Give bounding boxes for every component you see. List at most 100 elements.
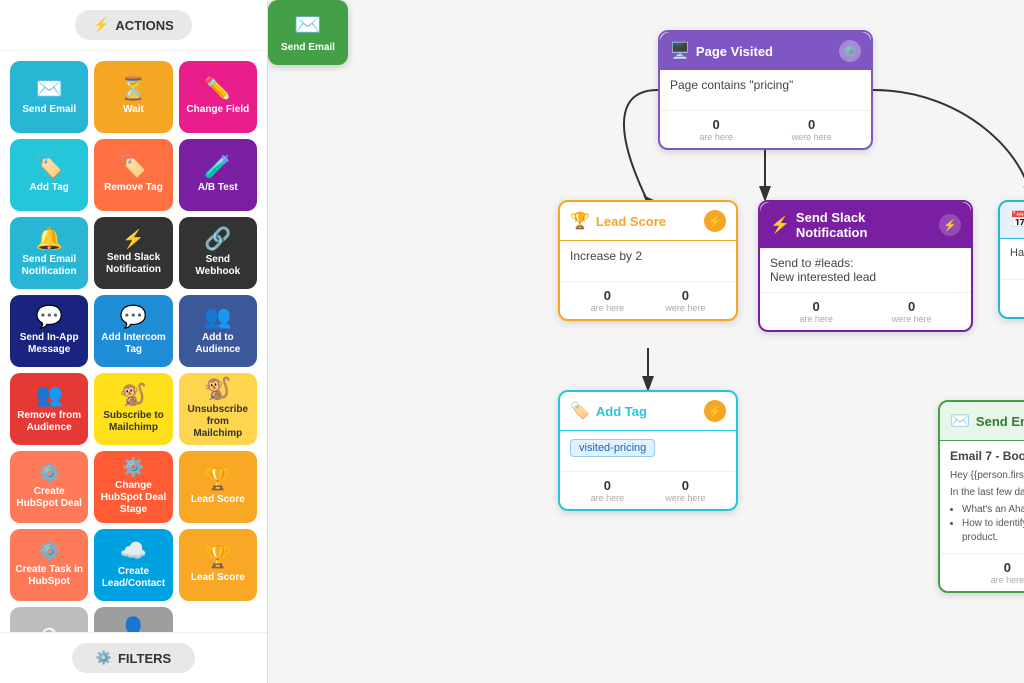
send-email-detail-footer: 0 are here 0 were here [940, 553, 1024, 591]
lead-score-value: Increase by 2 [570, 249, 642, 263]
page-visited-icon: 🖥️ [670, 41, 690, 61]
tile-change-field-label: Change Field [186, 104, 249, 116]
ab-test-icon: 🧪 [204, 156, 231, 178]
tile-slack-label: Send Slack Notification [98, 252, 168, 276]
page-visited-condition: Page contains "pricing" [670, 78, 793, 92]
tile-in-app-label: Send In-App Message [14, 332, 84, 356]
tile-create-task-hubspot[interactable]: ⚙️ Create Task in HubSpot [10, 529, 88, 601]
slack-header: ⚡ Send Slack Notification ⚡ [760, 202, 971, 248]
tile-change-deal-label: Change HubSpot Deal Stage [98, 480, 168, 516]
lightning-icon: ⚡ [93, 17, 109, 33]
node-add-tag[interactable]: 🏷️ Add Tag ⚡ visited-pricing 0 are here … [558, 390, 738, 511]
tile-lead-score-2[interactable]: 🏆 Lead Score [179, 529, 257, 601]
email-bullet2: How to identify the critical value momen… [962, 517, 1024, 545]
tile-webhook-label: Send Webhook [183, 254, 253, 278]
sidebar: ⚡ ACTIONS ✉️ Send Email ⏳ Wait ✏️ Change… [0, 0, 268, 683]
slack-body-line1: Send to #leads: [770, 256, 961, 270]
tile-add-audience-label: Add to Audience [183, 332, 253, 356]
tile-add-tag[interactable]: 🏷️ Add Tag [10, 139, 88, 211]
tile-send-email-notification[interactable]: 🔔 Send Email Notification [10, 217, 88, 289]
change-field-icon: ✏️ [204, 78, 231, 100]
tile-wait-label: Wait [123, 104, 144, 116]
node-send-email-detail[interactable]: ✉️ Send Email ⚡ Email 7 - Book a call He… [938, 400, 1024, 593]
salesforce-icon: ☁️ [120, 540, 147, 562]
booked-footer: 0 are here [1000, 279, 1024, 317]
add-tag-icon: 🏷️ [35, 156, 62, 178]
lead-score-footer: 0 are here 0 were here [560, 281, 736, 319]
lead-score-2-icon: 🏆 [204, 546, 231, 568]
slack-badge: ⚡ [939, 214, 961, 236]
tile-send-webhook[interactable]: 🔗 Send Webhook [179, 217, 257, 289]
tile-intercom-label: Add Intercom Tag [98, 332, 168, 356]
lead-score-node-icon: 🏆 [570, 211, 590, 231]
mailchimp-unsub-icon: 🐒 [204, 378, 231, 400]
tile-ab-test-label: A/B Test [198, 182, 238, 194]
tile-lead-score[interactable]: 🏆 Lead Score [179, 451, 257, 523]
send-email-detail-body: Email 7 - Book a call Hey {{person.first… [940, 441, 1024, 553]
tile-notification-label: Send Email Notification [14, 254, 84, 278]
node-send-slack[interactable]: ⚡ Send Slack Notification ⚡ Send to #lea… [758, 200, 973, 332]
email-line1: In the last few days, you have received … [950, 486, 1024, 500]
node-send-email-float[interactable]: ✉️ Send Email [268, 0, 348, 65]
end-flow-icon: ⊘ [40, 624, 58, 632]
page-visited-were-here: 0 were here [792, 117, 832, 142]
filters-button[interactable]: ⚙️ FILTERS [72, 643, 195, 673]
add-tag-badge: ⚡ [704, 400, 726, 422]
tile-add-audience[interactable]: 👥 Add to Audience [179, 295, 257, 367]
tile-ab-test[interactable]: 🧪 A/B Test [179, 139, 257, 211]
slack-title: Send Slack Notification [796, 210, 933, 240]
send-email-detail-title: Send Email [976, 414, 1024, 429]
add-tag-node-icon: 🏷️ [570, 401, 590, 421]
tile-in-app[interactable]: 💬 Send In-App Message [10, 295, 88, 367]
tile-subscribe-mailchimp[interactable]: 🐒 Subscribe to Mailchimp [94, 373, 172, 445]
tile-intercom-tag[interactable]: 💬 Add Intercom Tag [94, 295, 172, 367]
page-visited-settings-icon[interactable]: ⚙️ [839, 40, 861, 62]
mailchimp-sub-icon: 🐒 [120, 384, 147, 406]
actions-label: ACTIONS [115, 18, 174, 33]
tile-create-deal-label: Create HubSpot Deal [14, 486, 84, 510]
tile-change-field[interactable]: ✏️ Change Field [179, 61, 257, 133]
sidebar-grid: ✉️ Send Email ⏳ Wait ✏️ Change Field 🏷️ … [0, 51, 267, 632]
tile-change-hubspot-deal[interactable]: ⚙️ Change HubSpot Deal Stage [94, 451, 172, 523]
lead-score-were-here: 0 were here [665, 288, 705, 313]
remove-tag-icon: 🏷️ [120, 156, 147, 178]
tile-unsubscribe-mailchimp-label: Unsubscribe from Mailchimp [183, 404, 253, 440]
node-page-visited[interactable]: 🖥️ Page Visited ⚙️ Page contains "pricin… [658, 30, 873, 150]
actions-button[interactable]: ⚡ ACTIONS [75, 10, 192, 40]
tile-archive-person[interactable]: 👤 Archive Person [94, 607, 172, 632]
email-body-preview: Hey {{person.firstName | default: "there… [950, 469, 1024, 545]
lead-score-icon: 🏆 [204, 468, 231, 490]
node-lead-score[interactable]: 🏆 Lead Score ⚡ Increase by 2 0 are here … [558, 200, 738, 321]
tag-value: visited-pricing [570, 439, 655, 457]
sidebar-footer: ⚙️ FILTERS [0, 632, 267, 683]
send-email-detail-header: ✉️ Send Email ⚡ [940, 402, 1024, 441]
remove-audience-icon: 👥 [35, 384, 62, 406]
tile-remove-audience[interactable]: 👥 Remove from Audience [10, 373, 88, 445]
tile-wait[interactable]: ⏳ Wait [94, 61, 172, 133]
filter-icon: ⚙️ [96, 650, 112, 666]
tile-send-slack[interactable]: ⚡ Send Slack Notification [94, 217, 172, 289]
tile-add-tag-label: Add Tag [30, 182, 69, 194]
page-visited-header: 🖥️ Page Visited ⚙️ [660, 32, 871, 70]
flow-canvas: 🖥️ Page Visited ⚙️ Page contains "pricin… [268, 0, 1024, 683]
lead-score-badge: ⚡ [704, 210, 726, 232]
tile-unsubscribe-mailchimp[interactable]: 🐒 Unsubscribe from Mailchimp [179, 373, 257, 445]
add-tag-body: visited-pricing [560, 431, 736, 471]
tile-end-flow[interactable]: ⊘ End Flow [10, 607, 88, 632]
send-email-float-label: Send Email [281, 42, 335, 53]
slack-are-here: 0 are here [799, 299, 833, 324]
tile-lead-score-2-label: Lead Score [191, 572, 245, 584]
tile-remove-tag[interactable]: 🏷️ Remove Tag [94, 139, 172, 211]
tile-remove-audience-label: Remove from Audience [14, 410, 84, 434]
booked-icon: 📅 [1010, 210, 1024, 230]
tile-send-email[interactable]: ✉️ Send Email [10, 61, 88, 133]
send-email-float-icon: ✉️ [294, 12, 321, 38]
booked-header: 📅 Has Booked M... [1000, 202, 1024, 239]
flow-arrows [268, 0, 1024, 683]
tile-create-lead-contact[interactable]: ☁️ Create Lead/Contact [94, 529, 172, 601]
add-tag-title: Add Tag [596, 404, 698, 419]
lead-score-are-here: 0 are here [591, 288, 625, 313]
node-has-booked[interactable]: 📅 Has Booked M... Has booked 30 min... 0… [998, 200, 1024, 319]
tile-create-hubspot-deal[interactable]: ⚙️ Create HubSpot Deal [10, 451, 88, 523]
webhook-icon: 🔗 [204, 228, 231, 250]
